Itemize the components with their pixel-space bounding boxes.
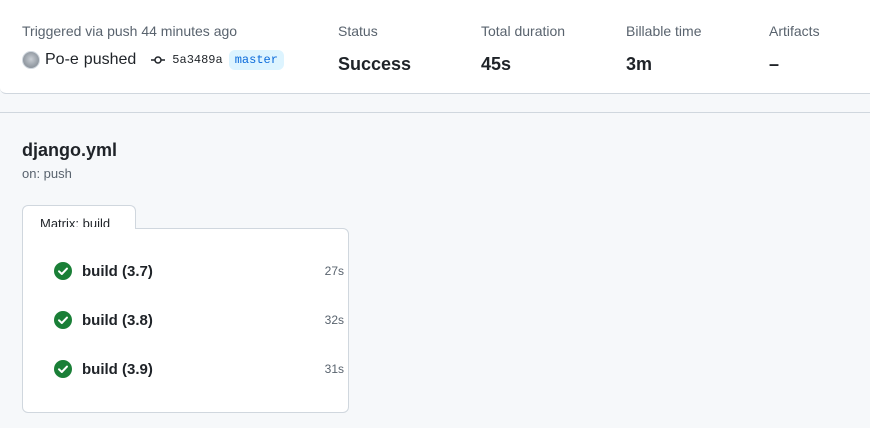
artifacts-label: Artifacts [769, 23, 820, 39]
job-name: build (3.8) [82, 311, 153, 329]
status-value: Success [338, 54, 412, 74]
job-name: build (3.9) [82, 360, 153, 378]
trigger-label: Triggered via push 44 minutes ago [22, 23, 238, 39]
action-text: pushed [83, 51, 137, 68]
workflow-file-title: django.yml [22, 140, 118, 160]
trigger-column: Triggered via push 44 minutes ago Po-e p… [22, 22, 284, 72]
git-commit-icon [150, 52, 166, 68]
job-name: build (3.7) [82, 262, 153, 280]
commit-sha-link[interactable]: 5a3489a [172, 53, 222, 67]
job-item[interactable]: build (3.8) 32s [54, 308, 344, 332]
workflow-trigger: on: push [22, 166, 72, 181]
billable-column: Billable time 3m [626, 22, 701, 76]
duration-value[interactable]: 45s [481, 52, 565, 76]
job-item[interactable]: build (3.7) 27s [54, 259, 344, 283]
job-duration: 27s [324, 264, 344, 278]
artifacts-column: Artifacts – [769, 22, 820, 76]
billable-label: Billable time [626, 23, 702, 39]
job-duration: 32s [324, 313, 344, 327]
job-item[interactable]: build (3.9) 31s [54, 357, 344, 381]
trigger-details: Po-e pushed 5a3489a master [22, 48, 284, 72]
duration-label: Total duration [481, 23, 566, 39]
matrix-tab-joint [23, 227, 135, 230]
artifacts-value: – [769, 54, 780, 74]
matrix-tab[interactable]: Matrix: build [22, 205, 136, 231]
actor-link[interactable]: Po-e [45, 51, 79, 69]
branch-badge[interactable]: master [228, 50, 284, 70]
run-summary: Triggered via push 44 minutes ago Po-e p… [0, 0, 870, 94]
check-circle-icon [54, 311, 72, 329]
avatar[interactable] [22, 51, 40, 69]
duration-column: Total duration 45s [481, 22, 565, 76]
check-circle-icon [54, 360, 72, 378]
job-duration: 31s [324, 362, 344, 376]
status-column: Status Success [338, 22, 411, 76]
status-label: Status [338, 23, 378, 39]
section-divider [0, 112, 870, 113]
check-circle-icon [54, 262, 72, 280]
billable-value[interactable]: 3m [626, 52, 701, 76]
